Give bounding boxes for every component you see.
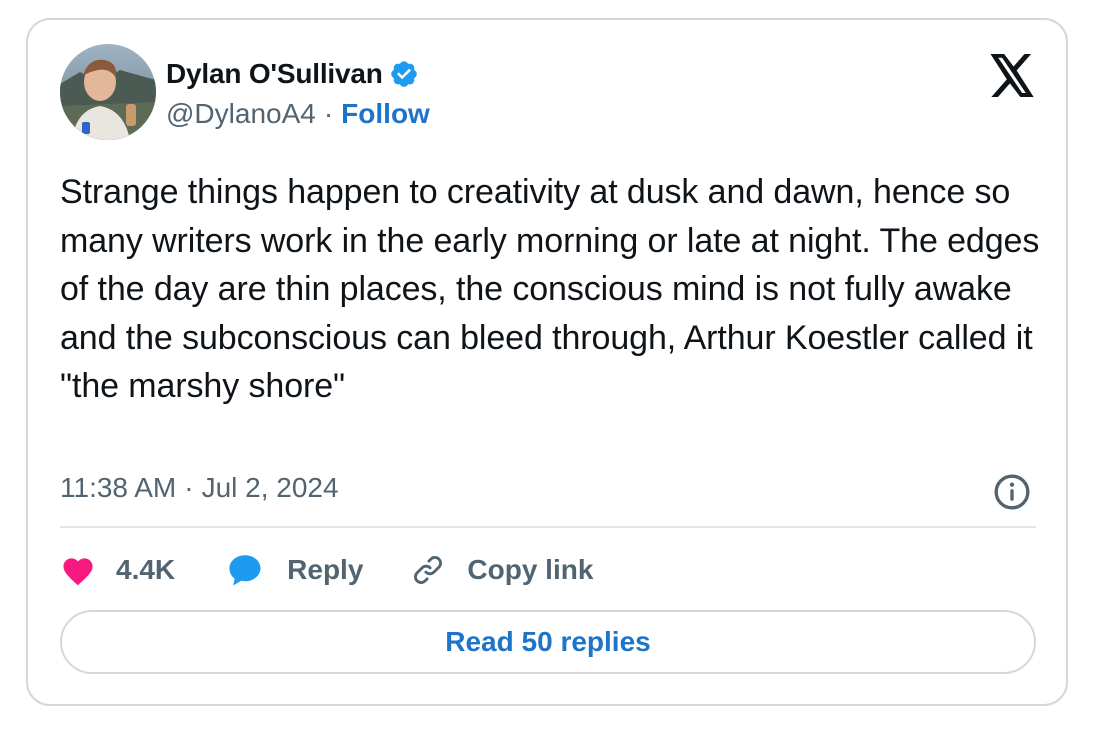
- author-block: Dylan O'Sullivan @DylanoA4 · Follow: [166, 56, 430, 132]
- author-name[interactable]: Dylan O'Sullivan: [166, 58, 383, 90]
- tweet-text: Strange things happen to creativity at d…: [60, 173, 1040, 405]
- reply-button[interactable]: Reply: [227, 553, 363, 587]
- copy-link-label: Copy link: [467, 554, 594, 585]
- like-count: 4.4K: [116, 554, 176, 585]
- tweet-date[interactable]: Jul 2, 2024: [202, 472, 339, 504]
- avatar[interactable]: [60, 44, 156, 140]
- tweet-meta: 11:38 AM · Jul 2, 2024: [60, 468, 339, 508]
- tweet-time[interactable]: 11:38 AM: [60, 472, 176, 504]
- divider: [60, 526, 1036, 528]
- reply-label: Reply: [287, 554, 364, 585]
- link-icon: [414, 556, 443, 584]
- author-handle-row: @DylanoA4 · Follow: [166, 96, 430, 132]
- verified-badge-icon: [390, 61, 417, 87]
- like-button[interactable]: 4.4K: [60, 554, 175, 586]
- meta-separator: ·: [184, 472, 194, 503]
- tweet-card: Dylan O'Sullivan @DylanoA4 · Follow Stra…: [26, 18, 1068, 706]
- copy-link-button[interactable]: Copy link: [411, 553, 593, 587]
- author-handle[interactable]: @DylanoA4: [166, 98, 316, 130]
- heart-icon: [63, 558, 93, 586]
- follow-link[interactable]: Follow: [341, 98, 430, 130]
- x-logo-icon[interactable]: [988, 54, 1036, 98]
- author-name-row: Dylan O'Sullivan: [166, 56, 430, 92]
- info-icon[interactable]: [992, 472, 1032, 512]
- handle-separator: ·: [323, 98, 334, 129]
- speech-bubble-icon: [229, 555, 261, 586]
- read-replies-button[interactable]: Read 50 replies: [60, 610, 1036, 674]
- action-bar: 4.4K Reply Copy link: [60, 546, 593, 594]
